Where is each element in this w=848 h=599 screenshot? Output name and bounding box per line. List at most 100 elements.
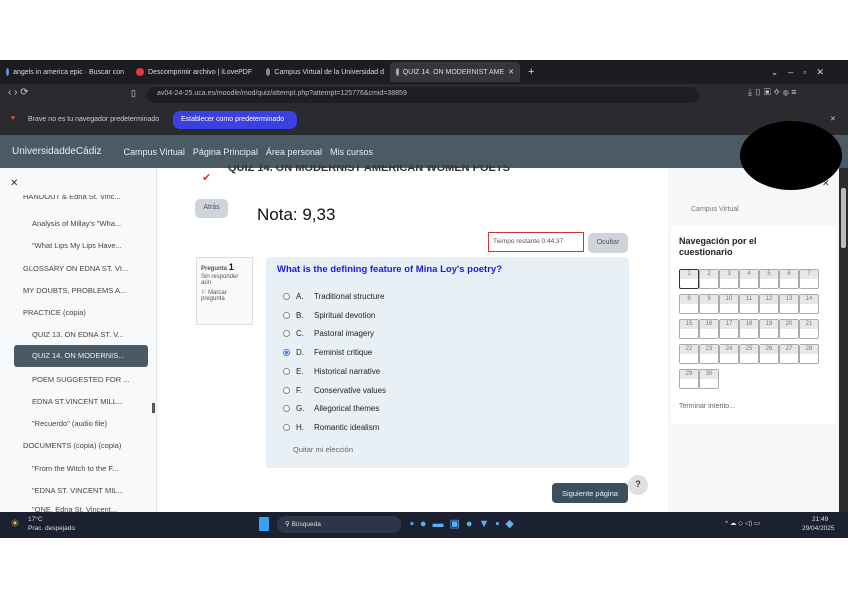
close-drawer-icon[interactable]: ✕ xyxy=(822,178,830,189)
nav-dashboard[interactable]: Área personal xyxy=(266,147,322,157)
sidebar-item[interactable]: DOCUMENTS (copia) (copia) xyxy=(23,441,173,450)
radio-button[interactable] xyxy=(283,386,290,394)
pinned-apps-icons[interactable]: ▪●▬▣●▼▪◆ xyxy=(410,517,520,530)
new-tab-icon[interactable]: + xyxy=(528,66,534,78)
answer-option[interactable]: H. Romantic idealism xyxy=(283,423,379,432)
nav-campus[interactable]: Campus Virtual xyxy=(124,147,185,157)
url-input[interactable]: av04-24-25.uca.es/moodle/mod/quiz/attemp… xyxy=(147,87,699,103)
finish-attempt-link[interactable]: Terminar intento... xyxy=(679,403,735,410)
sidebar-scrollbar[interactable] xyxy=(152,403,155,413)
question-nav-button[interactable]: 12 xyxy=(759,294,779,314)
default-browser-infobar: ♥ Brave no es tu navegador predeterminad… xyxy=(0,105,848,135)
start-icon[interactable] xyxy=(259,517,269,531)
question-nav-button[interactable]: 1 xyxy=(679,269,699,289)
browser-tab[interactable]: angels in america epic · Buscar con xyxy=(0,62,130,82)
help-button[interactable]: ? xyxy=(628,475,648,495)
system-tray-icons[interactable]: ^ ☁ ◇ ◁) ▭ xyxy=(725,519,760,527)
radio-button[interactable] xyxy=(283,349,290,357)
answer-option[interactable]: E. Historical narrative xyxy=(283,367,380,376)
set-default-button[interactable]: Establecer como predeterminado xyxy=(173,111,297,129)
bookmark-icon[interactable]: ▯ xyxy=(131,88,136,99)
question-nav-button[interactable]: 21 xyxy=(799,319,819,339)
radio-button[interactable] xyxy=(283,405,290,413)
question-nav-button[interactable]: 23 xyxy=(699,344,719,364)
sidebar-item[interactable]: GLOSSARY ON EDNA ST. VI... xyxy=(23,264,173,273)
clear-choice-link[interactable]: Quitar mi elección xyxy=(293,445,353,454)
question-nav-button[interactable]: 14 xyxy=(799,294,819,314)
question-nav-button[interactable]: 2 xyxy=(699,269,719,289)
question-info: Pregunta 1 Sin responder aún ⚐ Marcar pr… xyxy=(196,257,253,325)
question-nav-button[interactable]: 5 xyxy=(759,269,779,289)
back-button[interactable]: Atrás xyxy=(195,199,228,218)
question-nav-button[interactable]: 9 xyxy=(699,294,719,314)
question-nav-button[interactable]: 25 xyxy=(739,344,759,364)
sidebar-item[interactable]: PRACTICE (copia) xyxy=(23,308,173,317)
nav-home[interactable]: Página Principal xyxy=(193,147,258,157)
radio-button[interactable] xyxy=(283,423,290,431)
answer-option[interactable]: B. Spiritual devotion xyxy=(283,311,375,320)
window-controls[interactable]: ⌄ – ▫ ✕ xyxy=(771,67,824,78)
question-nav-button[interactable]: 24 xyxy=(719,344,739,364)
timer: Tiempo restante 0:44:37 xyxy=(488,232,584,252)
answer-option[interactable]: C. Pastoral imagery xyxy=(283,329,374,338)
toolbar-icons[interactable]: ⤓ ▯ ▣ ✧ ⊛ ≡ xyxy=(748,87,796,98)
answer-option[interactable]: D. Feminist critique xyxy=(283,348,372,357)
moodle-navbar: UniversidaddeCádiz Campus Virtual Página… xyxy=(0,135,848,168)
sidebar-item[interactable]: MY DOUBTS, PROBLEMS A... xyxy=(23,286,173,295)
radio-button[interactable] xyxy=(283,330,290,338)
quiz-navigation-drawer: Campus Virtual Navegación por el cuestio… xyxy=(668,168,840,512)
question-nav-button[interactable]: 3 xyxy=(719,269,739,289)
radio-button[interactable] xyxy=(283,367,290,375)
question-nav-button[interactable]: 7 xyxy=(799,269,819,289)
question-nav-button[interactable]: 28 xyxy=(799,344,819,364)
breadcrumb[interactable]: Campus Virtual xyxy=(691,206,739,213)
favicon-icon xyxy=(266,68,271,76)
question-nav-button[interactable]: 19 xyxy=(759,319,779,339)
question-nav-button[interactable]: 10 xyxy=(719,294,739,314)
browser-tab-active[interactable]: QUIZ 14. ON MODERNIST AME ✕ xyxy=(390,62,520,82)
close-sidebar-icon[interactable]: ✕ xyxy=(10,178,18,189)
answer-option[interactable]: G. Allegorical themes xyxy=(283,404,379,413)
browser-tab[interactable]: Campus Virtual de la Universidad d xyxy=(260,62,390,82)
answer-option[interactable]: A. Traditional structure xyxy=(283,292,384,301)
answer-option[interactable]: F. Conservative values xyxy=(283,386,386,395)
question-nav-button[interactable]: 15 xyxy=(679,319,699,339)
course-index-sidebar: ✕ HANDOUT & Edna St. Vinc... Analysis of… xyxy=(0,168,157,512)
sidebar-item-active[interactable]: QUIZ 14. ON MODERNIS... xyxy=(14,345,148,367)
question-nav-button[interactable]: 11 xyxy=(739,294,759,314)
page-scrollbar[interactable] xyxy=(839,168,848,512)
question-nav-button[interactable]: 13 xyxy=(779,294,799,314)
question-nav-button[interactable]: 16 xyxy=(699,319,719,339)
flag-question-link[interactable]: ⚐ Marcar pregunta xyxy=(201,289,241,302)
question-nav-button[interactable]: 27 xyxy=(779,344,799,364)
question-nav-button[interactable]: 30 xyxy=(699,369,719,389)
sidebar-item[interactable]: HANDOUT & Edna St. Vinc... xyxy=(23,195,173,202)
weather-icon: ☀ xyxy=(10,518,20,530)
navigation-title: Navegación por el cuestionario xyxy=(679,236,757,257)
question-nav-button[interactable]: 29 xyxy=(679,369,699,389)
radio-button[interactable] xyxy=(283,293,290,300)
question-nav-button[interactable]: 17 xyxy=(719,319,739,339)
question-nav-button[interactable]: 20 xyxy=(779,319,799,339)
nav-buttons-icon[interactable]: ‹ › ⟳ xyxy=(8,87,29,98)
question-nav-button[interactable]: 18 xyxy=(739,319,759,339)
logo[interactable]: UniversidaddeCádiz xyxy=(12,146,102,157)
clock-time: 21:49 xyxy=(812,516,829,523)
hide-timer-button[interactable]: Ocultar xyxy=(588,233,628,253)
question-nav-button[interactable]: 26 xyxy=(759,344,779,364)
brave-icon: ♥ xyxy=(11,115,16,122)
close-icon[interactable]: ✕ xyxy=(830,115,836,123)
clock-date: 29/04/2025 xyxy=(802,525,835,532)
tab-bar: angels in america epic · Buscar con Desc… xyxy=(0,60,848,84)
question-nav-button[interactable]: 8 xyxy=(679,294,699,314)
browser-tab[interactable]: Descomprimir archivo | iLovePDF xyxy=(130,62,260,82)
next-page-button[interactable]: Siguiente página xyxy=(552,483,628,503)
nav-courses[interactable]: Mis cursos xyxy=(330,147,373,157)
question-nav-button[interactable]: 4 xyxy=(739,269,759,289)
close-tab-icon[interactable]: ✕ xyxy=(508,68,514,76)
taskbar-search[interactable]: ⚲ Búsqueda xyxy=(277,516,401,533)
question-nav-button[interactable]: 22 xyxy=(679,344,699,364)
quiz-icon: ✔ xyxy=(202,172,212,184)
radio-button[interactable] xyxy=(283,311,290,319)
question-nav-button[interactable]: 6 xyxy=(779,269,799,289)
